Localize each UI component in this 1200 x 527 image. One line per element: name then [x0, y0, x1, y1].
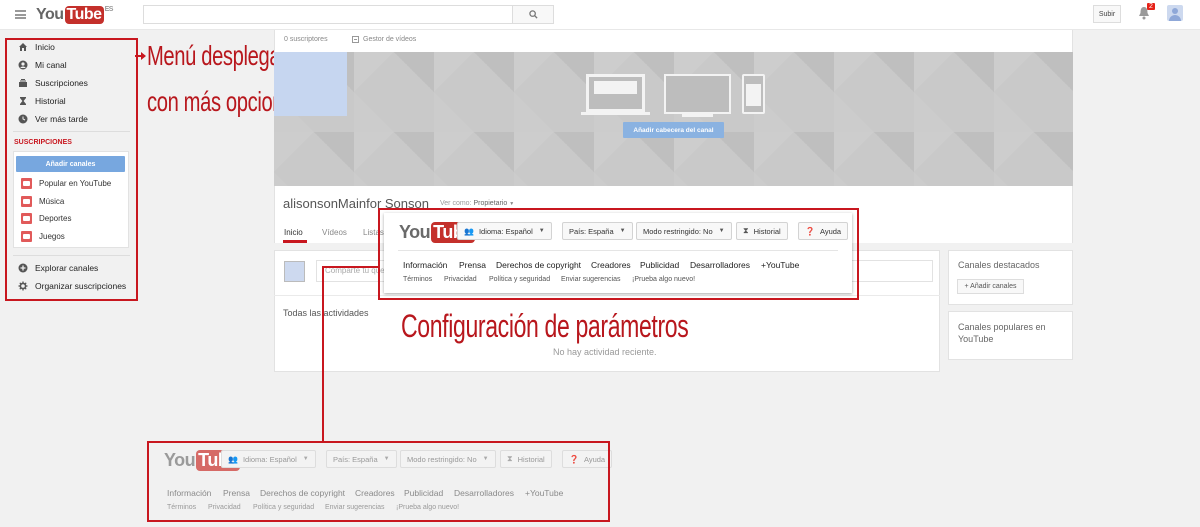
annotation-config: Configuración de parámetros: [401, 308, 689, 344]
search-input[interactable]: [143, 5, 513, 24]
view-as-label: Ver como:: [440, 200, 472, 207]
view-as-value: Propietario: [473, 200, 508, 207]
search-button[interactable]: [512, 5, 554, 24]
add-featured-channels-button[interactable]: + Añadir canales: [957, 279, 1024, 294]
tab-videos[interactable]: Vídeos: [322, 228, 347, 237]
featured-channels-box: [948, 250, 1073, 305]
add-channel-art-button[interactable]: Añadir cabecera del canal: [623, 122, 724, 138]
upload-button[interactable]: Subir: [1093, 5, 1121, 23]
account-avatar[interactable]: [1167, 5, 1183, 21]
tab-inicio[interactable]: Inicio: [284, 228, 303, 237]
youtube-logo[interactable]: You Tube ES: [36, 6, 113, 24]
share-avatar: [284, 261, 305, 282]
annotation-connector: [322, 266, 324, 441]
monitor-screen: [594, 81, 637, 94]
featured-channels-title: Canales destacados: [958, 260, 1040, 270]
guide-highlight-frame: [5, 38, 138, 301]
chevron-down-icon: ▼: [509, 201, 515, 207]
banner-pattern: [274, 52, 1073, 186]
phone-screen: [746, 84, 761, 106]
guide-menu-icon[interactable]: [15, 10, 26, 19]
popular-channels-title: Canales populares en YouTube: [958, 322, 1046, 344]
view-as-selector[interactable]: Ver como: Propietario ▼: [440, 200, 514, 207]
notifications-count-badge: 2: [1147, 3, 1155, 10]
active-tab-indicator: [283, 240, 307, 243]
no-activity-message: No hay actividad reciente.: [553, 347, 657, 357]
video-manager-icon: [352, 36, 359, 43]
video-manager-link[interactable]: Gestor de vídeos: [352, 36, 416, 43]
activity-title: Todas las actividades: [283, 308, 369, 318]
footer-highlight-frame: [147, 441, 610, 522]
popup-highlight-frame: [378, 208, 859, 300]
tv-stand: [682, 114, 713, 117]
annotation-connector: [322, 266, 379, 268]
video-manager-label: Gestor de vídeos: [363, 36, 417, 43]
monitor-base: [581, 112, 650, 115]
channel-banner: Añadir cabecera del canal: [274, 52, 1073, 186]
annotation-arrow: [135, 52, 146, 60]
channel-avatar[interactable]: [274, 52, 347, 116]
subscriber-count: 0 suscriptores: [284, 36, 328, 43]
tv-icon: [664, 74, 731, 114]
region-code: ES: [104, 6, 114, 13]
search-icon: [528, 10, 538, 19]
